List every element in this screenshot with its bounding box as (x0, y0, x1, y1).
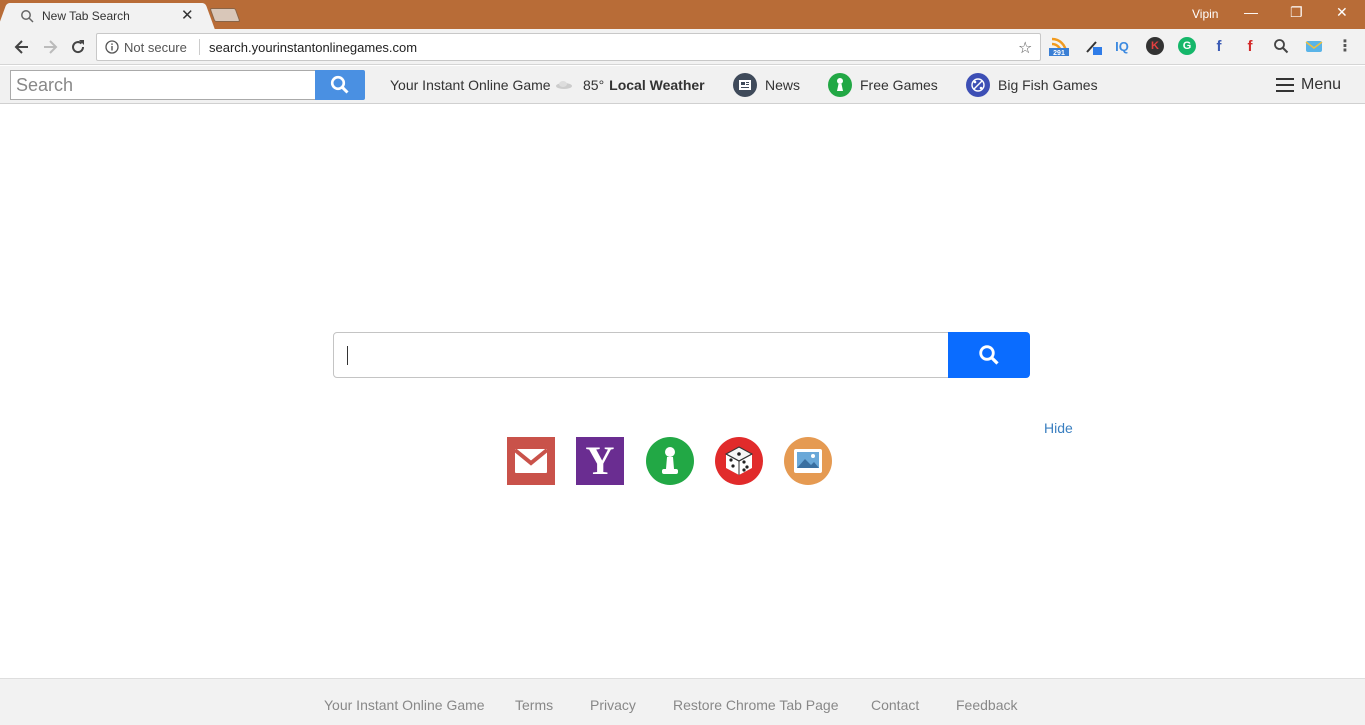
news-icon (733, 73, 757, 97)
toolbar-search-input[interactable] (10, 70, 316, 100)
big-fish-label: Big Fish Games (998, 77, 1098, 93)
search-extension-icon[interactable] (1272, 37, 1290, 55)
facebook-icon[interactable]: f (1210, 37, 1228, 55)
main-search-input[interactable] (333, 332, 950, 378)
site-link[interactable]: Your Instant Online Game (390, 77, 551, 93)
free-games-label: Free Games (860, 77, 938, 93)
menu-button[interactable]: Menu (1276, 76, 1341, 94)
search-icon (979, 345, 999, 365)
game-controller-icon (966, 73, 990, 97)
eyedropper-extension-icon[interactable] (1084, 37, 1102, 55)
footer-link-privacy[interactable]: Privacy (590, 697, 636, 713)
pawn-icon (828, 73, 852, 97)
news-link[interactable]: News (733, 73, 800, 97)
facebook-red-icon[interactable]: f (1241, 37, 1259, 55)
close-tab-icon[interactable]: ✕ (181, 6, 194, 24)
security-label[interactable]: Not secure (124, 40, 187, 55)
footer-link-site[interactable]: Your Instant Online Game (324, 697, 485, 713)
main-search-button[interactable] (948, 332, 1030, 378)
extension-badge: 291 (1053, 50, 1065, 56)
mail-extension-icon[interactable] (1305, 37, 1323, 55)
close-window-icon[interactable]: ✕ (1336, 4, 1348, 21)
browser-toolbar: Not secure search.yourinstantonlinegames… (0, 29, 1365, 65)
weather-widget[interactable]: 85° Local Weather (555, 73, 705, 97)
gmail-icon[interactable] (507, 437, 555, 485)
profile-name[interactable]: Vipin (1192, 7, 1218, 21)
forward-icon[interactable] (40, 37, 60, 57)
grammarly-icon[interactable]: G (1178, 37, 1196, 55)
weather-temp: 85° (583, 77, 605, 93)
address-bar[interactable]: Not secure search.yourinstantonlinegames… (96, 33, 1041, 61)
footer: Your Instant Online Game Terms Privacy R… (0, 678, 1365, 725)
tab-title: New Tab Search (42, 9, 130, 23)
hamburger-icon (1276, 78, 1294, 92)
info-icon[interactable] (105, 40, 119, 54)
new-tab-button[interactable] (209, 8, 241, 22)
footer-link-terms[interactable]: Terms (515, 697, 553, 713)
kebab-menu-icon[interactable]: ⋮ (1336, 37, 1354, 55)
minimize-icon[interactable]: — (1244, 4, 1258, 20)
big-fish-games-link[interactable]: Big Fish Games (966, 73, 1098, 97)
iq-extension-icon[interactable]: IQ (1113, 37, 1131, 55)
footer-link-restore[interactable]: Restore Chrome Tab Page (673, 697, 839, 713)
pawn-game-icon[interactable] (646, 437, 694, 485)
divider (199, 39, 200, 55)
weather-label: Local Weather (609, 77, 705, 93)
news-label: News (765, 77, 801, 93)
image-icon[interactable] (784, 437, 832, 485)
footer-link-contact[interactable]: Contact (871, 697, 919, 713)
toolbar-search-button[interactable] (315, 70, 365, 100)
free-games-link[interactable]: Free Games (828, 73, 938, 97)
back-icon[interactable] (12, 37, 32, 57)
rss-extension-icon[interactable]: 291 (1048, 37, 1070, 56)
footer-link-feedback[interactable]: Feedback (956, 697, 1017, 713)
bookmark-star-icon[interactable]: ☆ (1018, 38, 1032, 58)
browser-tab[interactable]: New Tab Search ✕ (8, 3, 204, 29)
extension-search-bar: Your Instant Online Game 85° Local Weath… (0, 66, 1365, 104)
yahoo-icon[interactable]: Y (576, 437, 624, 485)
text-cursor (347, 346, 348, 365)
dice-icon[interactable] (715, 437, 763, 485)
search-icon (21, 10, 34, 23)
title-bar: New Tab Search ✕ Vipin — ❐ ✕ (0, 0, 1365, 29)
search-icon (330, 75, 349, 94)
reload-icon[interactable] (68, 37, 88, 57)
hide-link[interactable]: Hide (1044, 420, 1073, 436)
k-extension-icon[interactable]: K (1146, 37, 1164, 55)
restore-icon[interactable]: ❐ (1290, 4, 1303, 21)
menu-label: Menu (1301, 76, 1342, 93)
cloud-icon (556, 81, 572, 89)
url-text[interactable]: search.yourinstantonlinegames.com (209, 40, 417, 55)
